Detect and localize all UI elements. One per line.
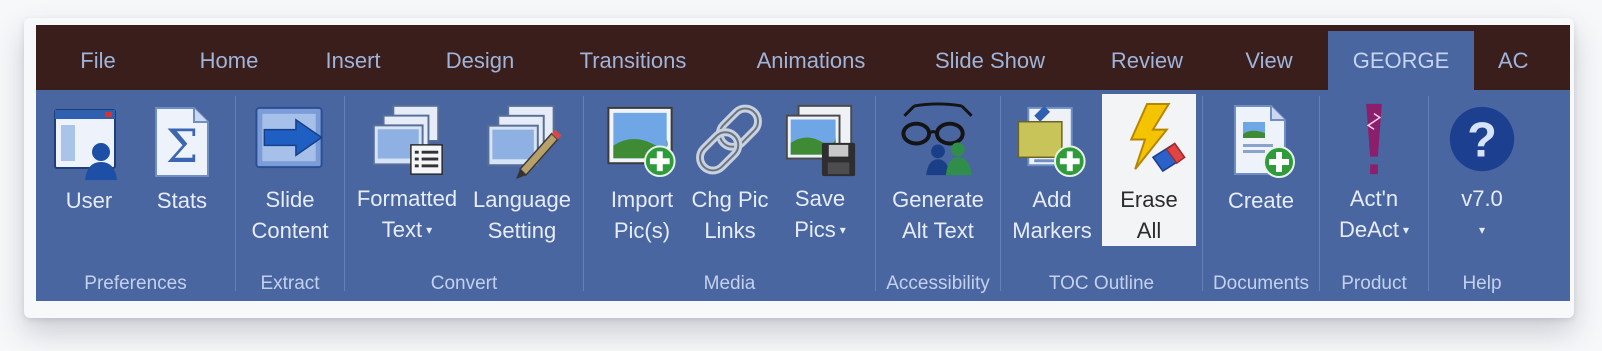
ribbon-body: User Σ Stats Preferences Slide Content E…: [36, 90, 1570, 301]
lightning-eraser-icon: [1129, 102, 1186, 173]
glasses-people-icon: [901, 102, 973, 176]
user-window-icon: [54, 109, 117, 180]
arrow-slide-icon: [255, 106, 323, 169]
chevron-down-icon: ▾: [1478, 223, 1486, 237]
group-label-preferences: Preferences: [84, 273, 187, 294]
erase-all-label-1: Erase: [1120, 187, 1178, 212]
document-add-icon: [1234, 105, 1295, 178]
version-button[interactable]: ? v7.0 ▾: [1437, 94, 1527, 246]
generate-alt-text-label-2: Alt Text: [902, 218, 974, 243]
user-label: User: [65, 188, 113, 213]
save-pics-label-2: Pics: [794, 217, 836, 242]
erase-all-button[interactable]: Erase All: [1102, 94, 1196, 246]
tab-insert[interactable]: Insert: [314, 31, 392, 90]
actn-deact-label-2: DeAct: [1339, 217, 1399, 242]
tab-animations[interactable]: Animations: [742, 31, 880, 90]
add-markers-label-2: Markers: [1012, 218, 1092, 243]
tab-ac[interactable]: AC: [1498, 31, 1558, 90]
erase-all-label-2: All: [1136, 218, 1162, 243]
generate-alt-text-label-1: Generate: [892, 187, 984, 212]
group-product: Act'n DeAct ▾ Product: [1320, 90, 1428, 301]
chevron-down-icon: ▾: [1402, 223, 1409, 237]
import-pics-label-1: Import: [610, 187, 674, 212]
tab-design[interactable]: Design: [434, 31, 526, 90]
sigma-document-icon: Σ: [155, 107, 209, 177]
tab-file[interactable]: File: [58, 31, 138, 90]
stats-button[interactable]: Σ Stats: [140, 94, 224, 246]
app-window: File Home Insert Design Transitions Anim…: [36, 25, 1570, 301]
import-pics-label-2: Pic(s): [613, 218, 671, 243]
actn-deact-button[interactable]: Act'n DeAct ▾: [1328, 94, 1420, 246]
group-preferences: User Σ Stats Preferences: [36, 90, 235, 301]
group-label-media: Media: [703, 273, 756, 294]
create-label: Create: [1227, 188, 1295, 213]
formatted-text-label-1: Formatted: [356, 186, 458, 211]
svg-text:Σ: Σ: [166, 119, 199, 173]
svg-text:?: ?: [1467, 114, 1497, 168]
tab-view[interactable]: View: [1234, 31, 1304, 90]
slide-content-label-1: Slide: [265, 187, 315, 212]
slide-content-label-2: Content: [251, 218, 329, 243]
create-button[interactable]: Create: [1211, 94, 1311, 246]
group-label-product: Product: [1341, 273, 1407, 294]
group-toc-outline: Add Markers Erase All TOC Outline: [1001, 90, 1202, 301]
generate-alt-text-button[interactable]: Generate Alt Text: [882, 94, 994, 246]
exclamation-icon: [1366, 103, 1382, 175]
pictures-save-icon: [785, 104, 856, 177]
language-setting-label-1: Language: [473, 187, 571, 212]
group-label-help: Help: [1462, 273, 1502, 294]
note-add-icon: [1017, 105, 1086, 178]
version-label: v7.0: [1461, 186, 1503, 211]
ribbon-tab-bar: File Home Insert Design Transitions Anim…: [36, 25, 1570, 90]
group-convert: Formatted Text ▾ Language Setting Conver…: [345, 90, 583, 301]
language-setting-button[interactable]: Language Setting: [467, 94, 577, 246]
stacked-slides-list-icon: [372, 104, 443, 175]
group-label-accessibility: Accessibility: [886, 273, 990, 294]
group-media: Import Pic(s) Chg Pic Links Save Pics ▾ …: [584, 90, 875, 301]
group-accessibility: Generate Alt Text Accessibility: [876, 90, 1000, 301]
slide-content-button[interactable]: Slide Content: [242, 94, 338, 246]
group-label-toc-outline: TOC Outline: [1048, 273, 1155, 294]
add-markers-button[interactable]: Add Markers: [1007, 94, 1097, 246]
formatted-text-button[interactable]: Formatted Text ▾: [351, 94, 463, 246]
chg-pic-links-label-2: Links: [704, 218, 756, 243]
import-pics-button[interactable]: Import Pic(s): [598, 94, 686, 246]
chain-link-icon: [696, 104, 762, 175]
save-pics-label-1: Save: [794, 186, 846, 211]
actn-deact-label-1: Act'n: [1349, 186, 1399, 211]
formatted-text-label-2: Text: [381, 217, 423, 242]
language-setting-label-2: Setting: [487, 218, 557, 243]
group-label-extract: Extract: [260, 273, 320, 294]
tab-home[interactable]: Home: [186, 31, 272, 90]
save-pics-button[interactable]: Save Pics ▾: [774, 94, 866, 246]
stats-label: Stats: [156, 188, 208, 213]
stacked-slides-pencil-icon: [487, 104, 562, 180]
group-label-documents: Documents: [1212, 273, 1310, 294]
chevron-down-icon: ▾: [426, 223, 433, 237]
chg-pic-links-label-1: Chg Pic: [691, 187, 769, 212]
question-circle-icon: ?: [1449, 106, 1515, 172]
picture-add-icon: [607, 106, 676, 178]
tab-review[interactable]: Review: [1100, 31, 1194, 90]
chevron-down-icon: ▾: [839, 223, 846, 237]
chg-pic-links-button[interactable]: Chg Pic Links: [686, 94, 774, 246]
group-label-convert: Convert: [430, 273, 498, 294]
add-markers-label-1: Add: [1032, 187, 1072, 212]
group-extract: Slide Content Extract: [236, 90, 344, 301]
tab-slide-show[interactable]: Slide Show: [922, 31, 1058, 90]
group-help: ? v7.0 ▾ Help: [1429, 90, 1535, 301]
user-button[interactable]: User: [42, 94, 136, 246]
tab-george[interactable]: GEORGE: [1328, 31, 1474, 90]
group-documents: Create Documents: [1203, 90, 1319, 301]
tab-transitions[interactable]: Transitions: [568, 31, 698, 90]
